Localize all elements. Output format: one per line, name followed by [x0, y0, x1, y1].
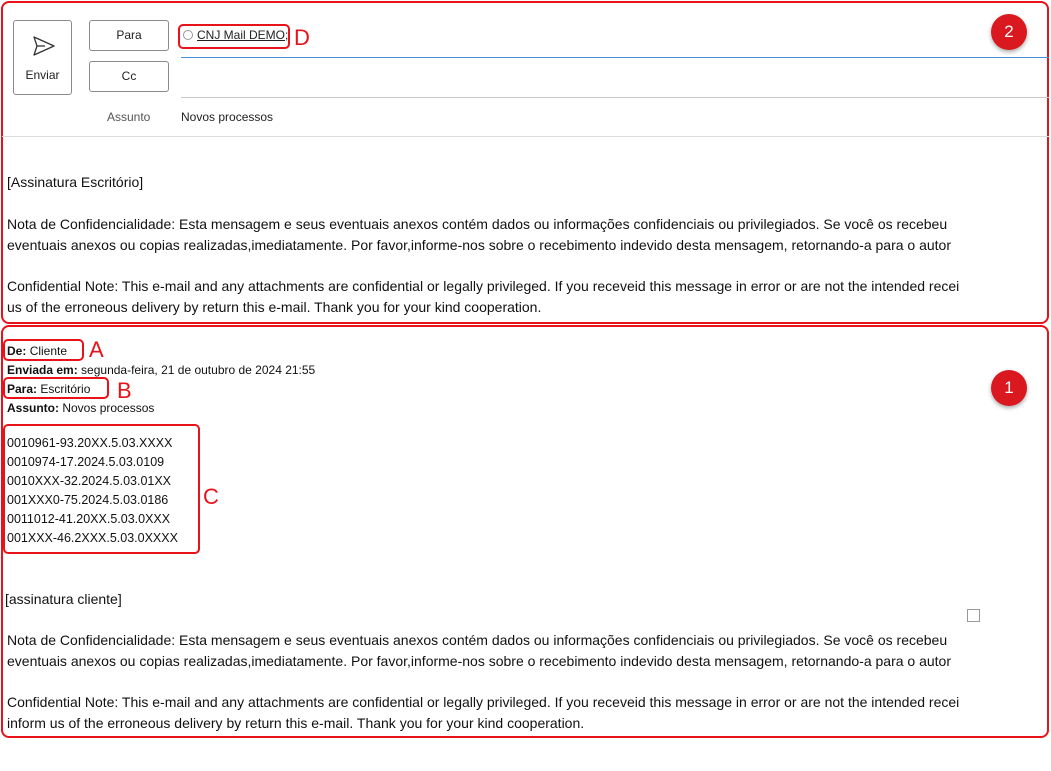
subject-label: Assunto — [107, 110, 151, 124]
send-icon — [33, 36, 55, 56]
cc-field-underline — [181, 97, 1049, 98]
original-subject-label: Assunto: — [7, 401, 59, 415]
annotation-letter-c: C — [203, 484, 219, 509]
original-subject-value: Novos processos — [62, 401, 155, 415]
to-button[interactable]: Para — [89, 20, 169, 51]
annotation-badge-1: 1 — [991, 370, 1027, 406]
sent-label: Enviada em: — [7, 363, 78, 377]
cc-input[interactable] — [181, 62, 1049, 96]
reply-confidentiality-pt-line1: Nota de Confidencialidade: Esta mensagem… — [7, 216, 948, 232]
annotation-letter-d: D — [294, 25, 310, 50]
original-confidentiality-en-line1: Confidential Note: This e-mail and any a… — [7, 694, 960, 710]
annotation-d-frame — [178, 24, 290, 49]
send-button[interactable]: Enviar — [13, 20, 72, 95]
send-button-label: Enviar — [25, 68, 60, 82]
annotation-c-frame — [3, 424, 200, 554]
original-signature: [assinatura cliente] — [5, 591, 122, 607]
annotation-badge-2: 2 — [991, 14, 1027, 50]
subject-input[interactable]: Novos processos — [181, 110, 273, 124]
reply-confidentiality-en-line1: Confidential Note: This e-mail and any a… — [7, 278, 960, 294]
original-subject-line: Assunto: Novos processos — [7, 399, 154, 417]
reply-confidentiality-pt-line2: eventuais anexos ou copias realizadas,im… — [7, 237, 951, 253]
reply-confidentiality-en-line2: us of the erroneous delivery by return t… — [7, 299, 542, 315]
original-confidentiality-pt-line1: Nota de Confidencialidade: Esta mensagem… — [7, 632, 948, 648]
annotation-a-frame — [3, 339, 84, 361]
checkbox-icon[interactable] — [967, 609, 980, 622]
sent-value: segunda-feira, 21 de outubro de 2024 21:… — [81, 363, 316, 377]
header-divider — [2, 136, 1049, 137]
annotation-letter-a: A — [89, 337, 104, 362]
cc-button[interactable]: Cc — [89, 61, 169, 92]
to-field-underline — [181, 57, 1049, 58]
reply-signature: [Assinatura Escritório] — [7, 174, 144, 190]
annotation-b-frame — [3, 377, 109, 399]
original-confidentiality-en-line2: inform us of the erroneous delivery by r… — [7, 715, 585, 731]
original-confidentiality-pt-line2: eventuais anexos ou copias realizadas,im… — [7, 653, 951, 669]
